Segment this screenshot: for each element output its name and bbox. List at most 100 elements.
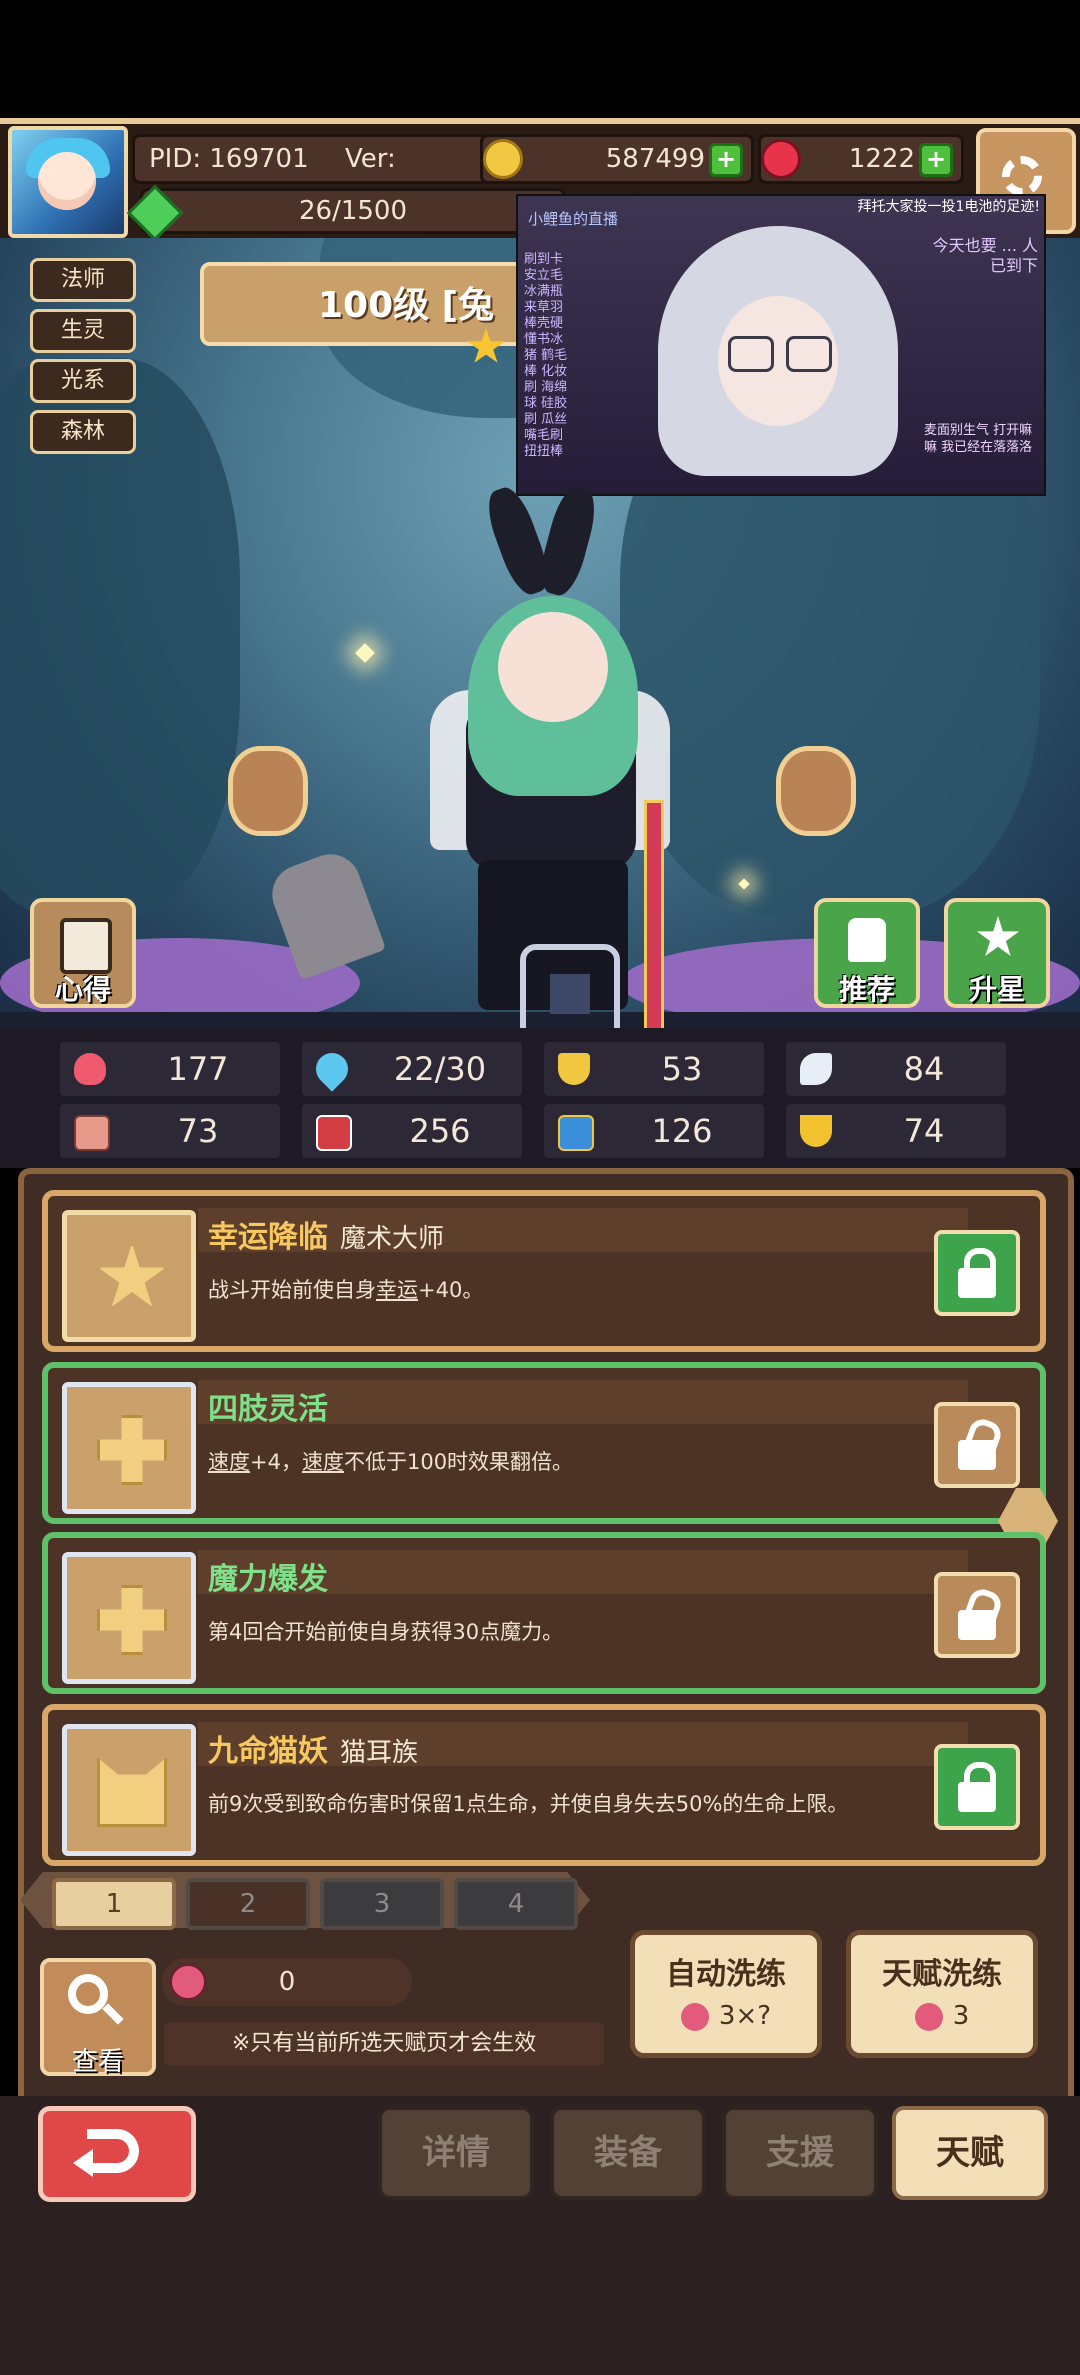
tab-page-2[interactable]: 2 xyxy=(186,1878,310,1930)
gold-amount: 587499 xyxy=(605,144,705,174)
auto-wash-cost: 3×? xyxy=(718,2001,772,2031)
stat-hp: 177 xyxy=(60,1042,280,1096)
wing-icon xyxy=(800,1053,832,1085)
stat-mana: 22/30 xyxy=(302,1042,522,1096)
fruit-counter: 0 xyxy=(162,1958,412,2006)
stream-chat: 今天也要 ... 人已到下 xyxy=(932,236,1038,275)
tab-equipment[interactable]: 装备 xyxy=(550,2106,706,2200)
stat-strength: 73 xyxy=(60,1104,280,1158)
gem-pill: 1222 + xyxy=(758,134,964,184)
auto-wash-button[interactable]: 自动洗练 3×? xyxy=(630,1930,822,2058)
stamina-value: 26/1500 xyxy=(298,196,407,226)
add-gold-button[interactable]: + xyxy=(709,143,743,177)
insight-label: 心得 xyxy=(54,973,111,1006)
fruit-icon xyxy=(914,2002,943,2031)
thumbs-up-icon xyxy=(848,918,886,962)
lock-toggle-button[interactable] xyxy=(934,1402,1020,1488)
tab-talent[interactable]: 天赋 xyxy=(892,2106,1048,2200)
fist-icon xyxy=(74,1115,110,1151)
tab-details[interactable]: 详情 xyxy=(378,2106,534,2200)
add-gem-button[interactable]: + xyxy=(919,143,953,177)
talent-name: 九命猫妖 猫耳族 xyxy=(208,1734,419,1769)
talent-description: 前9次受到致命伤害时保留1点生命，并使自身失去50%的生命上限。 xyxy=(208,1792,849,1816)
talent-description: 第4回合开始前使自身获得30点魔力。 xyxy=(208,1620,564,1644)
drop-icon xyxy=(309,1046,355,1092)
talent-description: 速度+4，速度不低于100时效果翻倍。 xyxy=(208,1450,574,1474)
stream-notice: 拜托大家投一投1电池的足迹! xyxy=(857,199,1040,215)
gem-amount: 1222 xyxy=(848,144,915,174)
view-button[interactable]: 查看 xyxy=(40,1958,156,2077)
tag-creature: 生灵 xyxy=(30,309,136,353)
live-stream-overlay: 小鲤鱼的直播 拜托大家投一投1电池的足迹! 刷到卡 安立毛 冰满瓶 来草羽 棒壳… xyxy=(516,194,1046,496)
stream-sidebar-text: 刷到卡 安立毛 冰满瓶 来草羽 棒壳硬 懂书冰猪 鹤毛棒 化妆刷 海绵球 硅胶刷… xyxy=(524,252,568,459)
left-emblem-icon[interactable] xyxy=(228,746,308,836)
gem-icon xyxy=(761,139,801,179)
scroll-icon xyxy=(60,918,112,974)
pid-pill: PID: 169701 Ver: 1.0.0.9 xyxy=(132,134,488,218)
lock-toggle-button[interactable] xyxy=(934,1744,1020,1830)
back-arrow-icon xyxy=(87,2129,139,2173)
recommend-label: 推荐 xyxy=(838,973,895,1006)
view-label: 查看 xyxy=(71,2047,124,2077)
status-bar xyxy=(0,0,1080,118)
stat-intellect: 256 xyxy=(302,1104,522,1158)
insight-button[interactable]: 心得 xyxy=(30,898,136,1008)
luck-icon xyxy=(800,1115,832,1147)
character-face xyxy=(498,612,608,722)
gold-pill: 587499 + xyxy=(480,134,754,184)
stamina-pill: 26/1500 xyxy=(126,184,566,242)
character-staff xyxy=(644,800,664,1032)
tag-mage: 法师 xyxy=(30,258,136,302)
talent-card[interactable]: 幸运降临 魔术大师 战斗开始前使自身幸运+40。 xyxy=(42,1190,1046,1352)
talent-page-note: ※只有当前所选天赋页才会生效 xyxy=(164,2022,604,2066)
talent-name: 魔力爆发 xyxy=(208,1562,328,1597)
talent-wash-label: 天赋洗练 xyxy=(882,1957,1002,1992)
talent-icon-box xyxy=(62,1552,196,1684)
talent-wash-button[interactable]: 天赋洗练 3 xyxy=(846,1930,1038,2058)
cross-badge-icon xyxy=(97,1415,167,1485)
star-up-label: 升星 xyxy=(968,973,1025,1006)
talent-wash-cost: 3 xyxy=(952,2001,970,2031)
tab-support[interactable]: 支援 xyxy=(722,2106,878,2200)
stat-speed: 126 xyxy=(544,1104,764,1158)
talent-card[interactable]: 九命猫妖 猫耳族 前9次受到致命伤害时保留1点生命，并使自身失去50%的生命上限。 xyxy=(42,1704,1046,1866)
talent-icon-box xyxy=(62,1210,196,1342)
stream-corner-text: 麦面别生气 打开嘛嘛 我已经在落落洛 xyxy=(924,423,1033,455)
tab-page-1[interactable]: 1 xyxy=(52,1878,176,1930)
heart-icon xyxy=(74,1053,106,1085)
stat-agility: 84 xyxy=(786,1042,1006,1096)
auto-wash-label: 自动洗练 xyxy=(666,1957,786,1992)
talent-icon-box xyxy=(62,1724,196,1856)
lock-icon xyxy=(958,1782,996,1812)
talent-card[interactable]: 魔力爆发 第4回合开始前使自身获得30点魔力。 xyxy=(42,1532,1046,1694)
talent-icon-box xyxy=(62,1382,196,1514)
level-label: 100级 [兔 xyxy=(318,285,495,326)
tab-page-3[interactable]: 3 xyxy=(320,1878,444,1930)
player-avatar[interactable] xyxy=(8,126,128,238)
fruit-count: 0 xyxy=(278,1967,296,1997)
pid-label: PID: 169701 xyxy=(149,144,309,174)
fruit-icon xyxy=(680,2002,709,2031)
gear-icon xyxy=(1002,156,1042,196)
cross-badge-icon xyxy=(97,1585,167,1655)
tab-page-4[interactable]: 4 xyxy=(454,1878,578,1930)
boot-icon xyxy=(558,1115,594,1151)
back-button[interactable] xyxy=(38,2106,196,2202)
lock-toggle-button[interactable] xyxy=(934,1572,1020,1658)
cat-badge-icon xyxy=(97,1757,167,1827)
lock-toggle-button[interactable] xyxy=(934,1230,1020,1316)
talent-name: 幸运降临 魔术大师 xyxy=(208,1220,445,1255)
right-emblem-icon[interactable] xyxy=(776,746,856,836)
recommend-button[interactable]: 推荐 xyxy=(814,898,920,1008)
stat-defense: 53 xyxy=(544,1042,764,1096)
star-up-button[interactable]: 升星 xyxy=(944,898,1050,1008)
unlock-icon xyxy=(958,1610,996,1640)
talent-description: 战斗开始前使自身幸运+40。 xyxy=(208,1278,484,1302)
star-outline-icon xyxy=(976,916,1020,957)
unlock-icon xyxy=(958,1440,996,1470)
tag-forest: 森林 xyxy=(30,410,136,454)
talent-name: 四肢灵活 xyxy=(208,1392,328,1427)
stream-title: 小鲤鱼的直播 xyxy=(528,210,619,228)
stat-luck: 74 xyxy=(786,1104,1006,1158)
talent-card[interactable]: 四肢灵活 速度+4，速度不低于100时效果翻倍。 xyxy=(42,1362,1046,1524)
